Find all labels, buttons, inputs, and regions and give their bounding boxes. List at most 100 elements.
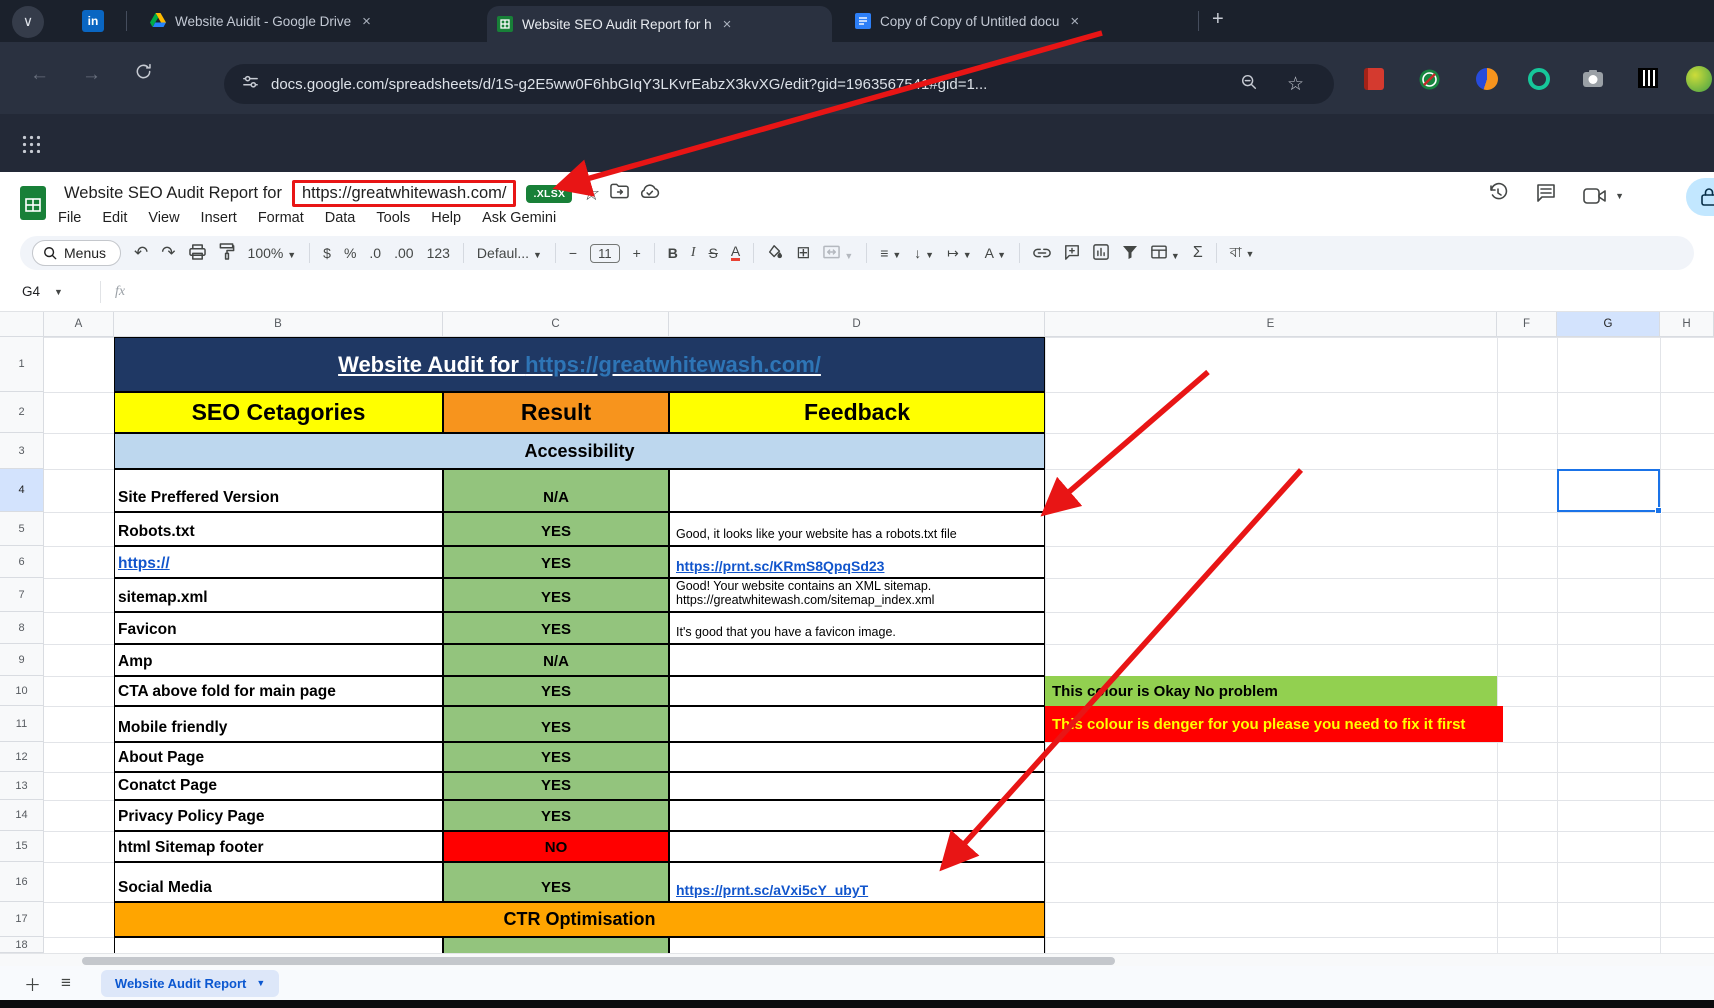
reload-icon[interactable] xyxy=(134,62,153,87)
cell-result-row15[interactable]: NO xyxy=(443,831,669,862)
row-header-4[interactable]: 4 xyxy=(0,469,44,512)
bookmark-star-icon[interactable]: ☆ xyxy=(1287,73,1304,96)
document-title[interactable]: Website SEO Audit Report for xyxy=(64,184,282,203)
cell-label-row10[interactable]: CTA above fold for main page xyxy=(114,676,443,706)
cell-result-row8[interactable]: YES xyxy=(443,612,669,644)
row-header-1[interactable]: 1 xyxy=(0,337,44,392)
cell-partial-row18-b[interactable] xyxy=(114,937,443,953)
sheet-tab-menu-icon[interactable]: ▼ xyxy=(256,978,265,988)
cell-feedback-row7[interactable]: Good! Your website contains an XML sitem… xyxy=(669,578,1045,612)
menu-file[interactable]: File xyxy=(58,210,81,226)
column-header-g[interactable]: G xyxy=(1557,312,1660,337)
functions-icon[interactable]: Σ xyxy=(1193,244,1203,262)
menu-tools[interactable]: Tools xyxy=(376,210,410,226)
sheet-tab-active[interactable]: Website Audit Report ▼ xyxy=(101,970,279,997)
cell-result-row9[interactable]: N/A xyxy=(443,644,669,676)
paint-format-icon[interactable] xyxy=(219,243,235,263)
cell-partial-row18-c[interactable] xyxy=(443,937,669,953)
menu-help[interactable]: Help xyxy=(431,210,461,226)
cell-label-row16[interactable]: Social Media xyxy=(114,862,443,902)
cell-label-row14[interactable]: Privacy Policy Page xyxy=(114,800,443,831)
cell-feedback-row11[interactable] xyxy=(669,706,1045,742)
cell-result-row14[interactable]: YES xyxy=(443,800,669,831)
cell-section-accessibility[interactable]: Accessibility xyxy=(114,433,1045,469)
row-header-15[interactable]: 15 xyxy=(0,831,44,862)
row-header-14[interactable]: 14 xyxy=(0,800,44,831)
cell-feedback-row15[interactable] xyxy=(669,831,1045,862)
row-header-13[interactable]: 13 xyxy=(0,772,44,800)
borders-icon[interactable]: ⊞ xyxy=(796,243,810,263)
cell-feedback-row9[interactable] xyxy=(669,644,1045,676)
cell-feedback-row16[interactable]: https://prnt.sc/aVxi5cY_ubyT xyxy=(669,862,1045,902)
cell-result-row12[interactable]: YES xyxy=(443,742,669,772)
cell-label-row8[interactable]: Favicon xyxy=(114,612,443,644)
vertical-align-icon[interactable]: ↓ ▼ xyxy=(914,245,934,261)
cell-feedback-row10[interactable] xyxy=(669,676,1045,706)
menu-ask-gemini[interactable]: Ask Gemini xyxy=(482,210,556,226)
row-header-16[interactable]: 16 xyxy=(0,862,44,902)
move-folder-icon[interactable] xyxy=(610,183,629,204)
toolbar-menus-search[interactable]: Menus xyxy=(32,240,121,266)
increase-decimal-icon[interactable]: .00 xyxy=(394,245,413,261)
cell-feedback-row8[interactable]: It's good that you have a favicon image. xyxy=(669,612,1045,644)
browser-tab-drive[interactable]: Website Auidit - Google Drive × xyxy=(140,0,478,42)
cell-feedback-row13[interactable] xyxy=(669,772,1045,800)
font-size-input[interactable]: 11 xyxy=(590,244,620,263)
cell-result-row7[interactable]: YES xyxy=(443,578,669,612)
tab-close-icon[interactable]: × xyxy=(1070,13,1079,30)
cell-label-row9[interactable]: Amp xyxy=(114,644,443,676)
decrease-decimal-icon[interactable]: .0 xyxy=(369,245,381,261)
decrease-font-size-button[interactable]: − xyxy=(569,245,577,261)
italic-icon[interactable]: I xyxy=(691,245,696,261)
column-header-h[interactable]: H xyxy=(1660,312,1714,337)
increase-font-size-button[interactable]: + xyxy=(633,245,641,261)
cell-label-row15[interactable]: html Sitemap footer xyxy=(114,831,443,862)
fill-handle[interactable] xyxy=(1655,507,1662,514)
text-color-icon[interactable]: A xyxy=(731,245,740,261)
font-select[interactable]: Defaul... ▼ xyxy=(477,245,542,261)
text-wrap-icon[interactable]: ↦ ▼ xyxy=(947,245,972,262)
scrollbar-thumb[interactable] xyxy=(82,957,1115,965)
cell-header-result[interactable]: Result xyxy=(443,392,669,433)
cell-result-row10[interactable]: YES xyxy=(443,676,669,706)
zoom-select[interactable]: 100% ▼ xyxy=(248,245,297,261)
banner-link[interactable]: https://greatwhitewash.com/ xyxy=(525,352,821,377)
video-call-icon[interactable]: ▼ xyxy=(1583,187,1624,205)
number-format-icon[interactable]: 123 xyxy=(427,245,450,261)
row-header-2[interactable]: 2 xyxy=(0,392,44,433)
cell-partial-row18-d[interactable] xyxy=(669,937,1045,953)
row-header-3[interactable]: 3 xyxy=(0,433,44,469)
tab-close-icon[interactable]: × xyxy=(723,16,732,33)
cell-result-row11[interactable]: YES xyxy=(443,706,669,742)
column-header-d[interactable]: D xyxy=(669,312,1045,337)
row-header-7[interactable]: 7 xyxy=(0,578,44,612)
cell-feedback-row14[interactable] xyxy=(669,800,1045,831)
menu-insert[interactable]: Insert xyxy=(201,210,237,226)
merge-cells-icon[interactable]: ▼ xyxy=(823,245,853,262)
row-header-12[interactable]: 12 xyxy=(0,742,44,772)
extension-camera-icon[interactable] xyxy=(1582,68,1604,95)
row-header-17[interactable]: 17 xyxy=(0,902,44,937)
share-button[interactable] xyxy=(1686,178,1714,216)
row-header-8[interactable]: 8 xyxy=(0,612,44,644)
format-percent-icon[interactable]: % xyxy=(344,245,356,261)
cell-banner-title[interactable]: Website Audit for https://greatwhitewash… xyxy=(114,337,1045,392)
cell-header-seo-categories[interactable]: SEO Cetagories xyxy=(114,392,443,433)
column-header-b[interactable]: B xyxy=(114,312,443,337)
cell-feedback-row12[interactable] xyxy=(669,742,1045,772)
back-icon[interactable]: ← xyxy=(30,64,49,86)
cell-feedback-row6[interactable]: https://prnt.sc/KRmS8QpqSd23 xyxy=(669,546,1045,578)
all-sheets-icon[interactable]: ≡ xyxy=(61,973,71,993)
row-header-9[interactable]: 9 xyxy=(0,644,44,676)
cell-label-row7[interactable]: sitemap.xml xyxy=(114,578,443,612)
extension-adblock-icon[interactable] xyxy=(1418,68,1441,96)
row-header-18[interactable]: 18 xyxy=(0,937,44,953)
cell-result-row16[interactable]: YES xyxy=(443,862,669,902)
omnibox[interactable]: docs.google.com/spreadsheets/d/1S-g2E5ww… xyxy=(224,64,1334,104)
document-title-url-annotated[interactable]: https://greatwhitewash.com/ xyxy=(292,180,517,207)
insert-comment-icon[interactable] xyxy=(1064,244,1080,263)
cloud-status-icon[interactable] xyxy=(639,183,660,204)
cell-label-row13[interactable]: Conatct Page xyxy=(114,772,443,800)
cell-header-feedback[interactable]: Feedback xyxy=(669,392,1045,433)
cell-feedback-row4[interactable] xyxy=(669,469,1045,512)
